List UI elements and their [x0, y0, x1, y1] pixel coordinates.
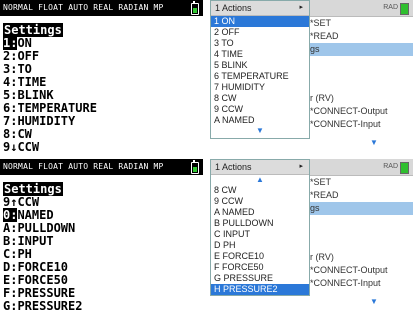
menu-item-to[interactable]: 3 TO: [211, 38, 309, 49]
menu-item-temperature[interactable]: 6 TEMPERATURE: [211, 71, 309, 82]
menu-item-ccw[interactable]: 9 CCW: [211, 104, 309, 115]
selection-band: [310, 43, 413, 56]
battery-icon: [400, 162, 409, 174]
menu-item-pressure[interactable]: G PRESSURE: [211, 273, 309, 284]
angle-mode: RAD: [383, 163, 398, 170]
scroll-up-icon[interactable]: ▲: [211, 175, 309, 185]
bg-gs: gs: [310, 203, 320, 213]
bg-set: *SET: [310, 18, 332, 28]
menu-item-cw[interactable]: 8 CW: [211, 185, 309, 196]
battery-icon: [191, 1, 199, 15]
selection-band: [310, 202, 413, 215]
menu-item-on[interactable]: 1 ON: [211, 16, 309, 27]
menu-item-pulldown[interactable]: B PULLDOWN: [211, 218, 309, 229]
bg-gs: gs: [310, 44, 320, 54]
bg-set: *SET: [310, 177, 332, 187]
menu-item-pressure2[interactable]: G:PRESSURE2: [3, 300, 82, 312]
menu-item-input[interactable]: C INPUT: [211, 229, 309, 240]
bg-connect-output: *CONNECT-Output: [310, 265, 388, 275]
actions-menu: 1 Actions ▸ 1 ON 2 OFF 3 TO 4 TIME 5 BLI…: [210, 0, 310, 139]
menu-title: 1 Actions: [215, 162, 252, 172]
menu-header[interactable]: 1 Actions ▸: [211, 160, 309, 175]
chevron-down-icon[interactable]: ▼: [370, 138, 378, 147]
angle-mode: RAD: [383, 4, 398, 11]
chevron-right-icon: ▸: [299, 163, 303, 170]
chevron-down-icon[interactable]: ▼: [370, 297, 378, 306]
calculator-screen-bottom: NORMAL FLOAT AUTO REAL RADIAN MP Setting…: [0, 159, 203, 312]
menu-item-ccw[interactable]: 9 CCW: [211, 196, 309, 207]
bg-rv: r (RV): [310, 252, 334, 262]
calculator-screen-top: NORMAL FLOAT AUTO REAL RADIAN MP Setting…: [0, 0, 203, 153]
menu-header[interactable]: 1 Actions ▸: [211, 1, 309, 16]
menu-item-blink[interactable]: 5 BLINK: [211, 60, 309, 71]
status-text: NORMAL FLOAT AUTO REAL RADIAN MP: [3, 162, 164, 171]
menu-item-named[interactable]: A NAMED: [211, 207, 309, 218]
menu-item-pressure2[interactable]: H PRESSURE2: [211, 284, 309, 295]
menu-item-ccw[interactable]: 9↓CCW: [3, 141, 97, 154]
menu-item-force50[interactable]: F FORCE50: [211, 262, 309, 273]
menu-item-ph[interactable]: D PH: [211, 240, 309, 251]
menu-title: 1 Actions: [215, 3, 252, 13]
bg-connect-input: *CONNECT-Input: [310, 278, 381, 288]
menu-item-cw[interactable]: 8 CW: [211, 93, 309, 104]
status-bar: NORMAL FLOAT AUTO REAL RADIAN MP: [0, 0, 203, 16]
bg-read: *READ: [310, 31, 339, 41]
bg-connect-output: *CONNECT-Output: [310, 106, 388, 116]
handheld-screen-top: RAD *SET *READ gs r (RV) *CONNECT-Output…: [210, 0, 413, 153]
settings-menu: Settings 1:ON 2:OFF 3:TO 4:TIME 5:BLINK …: [3, 23, 97, 154]
status-bar: NORMAL FLOAT AUTO REAL RADIAN MP: [0, 159, 203, 175]
menu-item-force10[interactable]: E FORCE10: [211, 251, 309, 262]
settings-menu: Settings 9↑CCW 0:NAMED A:PULLDOWN B:INPU…: [3, 182, 82, 312]
chevron-right-icon: ▸: [299, 4, 303, 11]
scroll-down-icon[interactable]: ▼: [211, 126, 309, 138]
battery-icon: [400, 3, 409, 15]
menu-item-humidity[interactable]: 7 HUMIDITY: [211, 82, 309, 93]
menu-item-time[interactable]: 4 TIME: [211, 49, 309, 60]
status-text: NORMAL FLOAT AUTO REAL RADIAN MP: [3, 3, 164, 12]
actions-menu: 1 Actions ▸ ▲ 8 CW 9 CCW A NAMED B PULLD…: [210, 159, 310, 296]
menu-item-named[interactable]: A NAMED: [211, 115, 309, 126]
bg-read: *READ: [310, 190, 339, 200]
bg-rv: r (RV): [310, 93, 334, 103]
handheld-screen-bottom: RAD *SET *READ gs r (RV) *CONNECT-Output…: [210, 159, 413, 312]
menu-item-off[interactable]: 2 OFF: [211, 27, 309, 38]
battery-icon: [191, 160, 199, 174]
bg-connect-input: *CONNECT-Input: [310, 119, 381, 129]
